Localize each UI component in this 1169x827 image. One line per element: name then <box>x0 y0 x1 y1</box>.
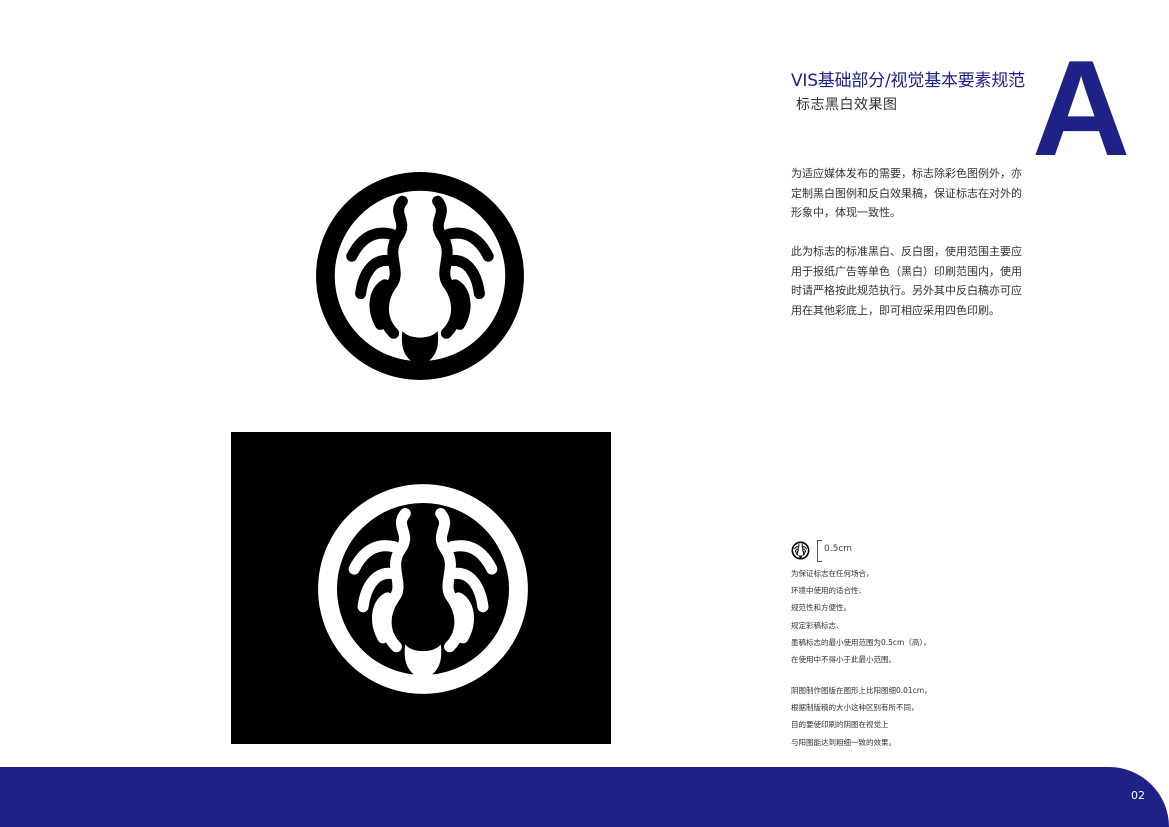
page-number: 02 <box>1131 789 1145 802</box>
reverse-logo-panel <box>231 432 611 744</box>
page-subtitle: 标志黑白效果图 <box>796 97 898 113</box>
note-line: 阴图制作图版在图形上比阳图细0.01cm， <box>791 686 932 695</box>
section-letter: A <box>1032 32 1131 184</box>
note-line: 规定彩稿标志、 <box>791 620 844 630</box>
note-line: 与阳图能达到粗细一致的效果。 <box>791 737 896 747</box>
min-size-label: 0.5cm <box>824 544 853 554</box>
note-line: 规范性和方便性。 <box>791 603 851 613</box>
size-bracket <box>817 540 822 562</box>
description-paragraph-1: 为适应媒体发布的需要，标志除彩色图例外，亦定制黑白图例和反白效果稿，保证标志在对… <box>791 167 1022 219</box>
note-line: 环境中使用的适合性、 <box>791 586 866 596</box>
note-line: 在使用中不得小于此最小范围。 <box>791 655 896 665</box>
footer-bar: 02 <box>0 767 1169 827</box>
logo-black-on-white <box>310 166 530 386</box>
note-line: 为保证标志在任何场合， <box>791 569 874 578</box>
note-line: 目的要使印刷的阴图在视觉上 <box>791 720 889 730</box>
page-title: VIS基础部分/视觉基本要素规范 <box>791 71 1025 91</box>
note-line: 墨稿标志的最小使用范围为0.5cm（高）， <box>791 637 931 647</box>
negative-plate-notes: 阴图制作图版在图形上比阳图细0.01cm， 根据制版稿的大小这种区别有所不同， … <box>791 682 991 751</box>
mini-logo-icon <box>791 541 810 560</box>
description-paragraph-2: 此为标志的标准黑白、反白图，使用范围主要应用于报纸广告等单色（黑白）印刷范围内，… <box>791 245 1022 317</box>
min-size-notes: 为保证标志在任何场合， 环境中使用的适合性、 规范性和方便性。 规定彩稿标志、 … <box>791 565 991 668</box>
note-line: 根据制版稿的大小这种区别有所不同， <box>791 703 919 713</box>
logo-white-on-black <box>312 478 534 700</box>
